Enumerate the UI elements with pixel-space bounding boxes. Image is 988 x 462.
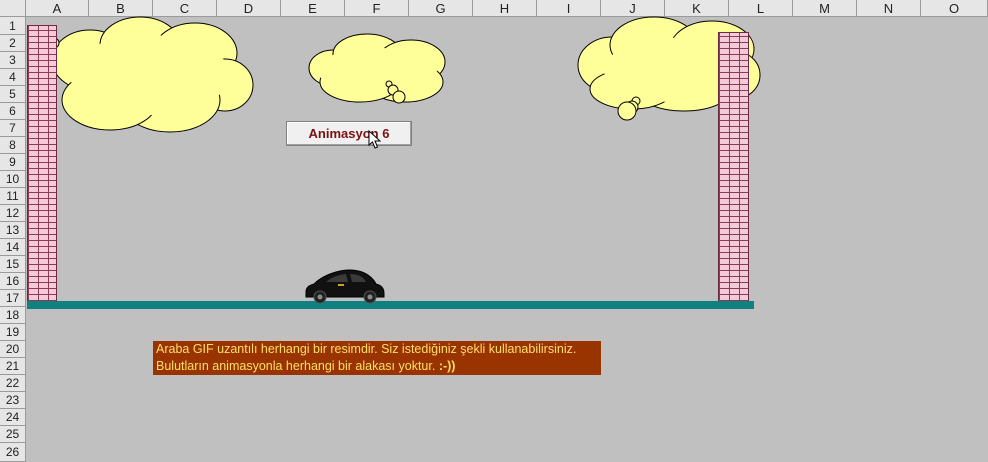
row-header-6[interactable]: 6: [0, 103, 26, 120]
mouse-cursor-icon: [368, 130, 382, 149]
row-header-3[interactable]: 3: [0, 52, 26, 69]
info-note[interactable]: Araba GIF uzantılı herhangi bir resimdir…: [153, 341, 601, 375]
col-header-f[interactable]: F: [345, 0, 409, 17]
info-note-line-1: Araba GIF uzantılı herhangi bir resimdir…: [156, 342, 577, 356]
brick-wall-right[interactable]: [718, 32, 749, 302]
animasyon-button[interactable]: Animasyon 6: [286, 121, 412, 146]
ground-line[interactable]: [27, 301, 754, 309]
row-header-12[interactable]: 12: [0, 205, 26, 222]
col-header-h[interactable]: H: [473, 0, 537, 17]
col-header-m[interactable]: M: [793, 0, 857, 17]
row-header-26[interactable]: 26: [0, 443, 26, 462]
row-header-17[interactable]: 17: [0, 290, 26, 307]
cloud-left-icon[interactable]: [40, 15, 260, 137]
row-header-9[interactable]: 9: [0, 154, 26, 171]
col-header-g[interactable]: G: [409, 0, 473, 17]
row-header-23[interactable]: 23: [0, 392, 26, 409]
row-header-16[interactable]: 16: [0, 273, 26, 290]
col-header-o[interactable]: O: [921, 0, 988, 17]
row-header-11[interactable]: 11: [0, 188, 26, 205]
row-header-5[interactable]: 5: [0, 86, 26, 103]
row-header-20[interactable]: 20: [0, 341, 26, 358]
row-header-19[interactable]: 19: [0, 324, 26, 341]
row-header-1[interactable]: 1: [0, 17, 26, 35]
row-header-10[interactable]: 10: [0, 171, 26, 188]
brick-wall-left[interactable]: [27, 25, 57, 302]
info-note-line-2: Bulutların animasyonla herhangi bir alak…: [156, 358, 598, 375]
row-header-14[interactable]: 14: [0, 239, 26, 256]
info-note-line-2-text: Bulutların animasyonla herhangi bir alak…: [156, 359, 436, 373]
car-icon[interactable]: [302, 266, 386, 304]
cloud-middle-icon[interactable]: [305, 30, 450, 110]
row-header-18[interactable]: 18: [0, 307, 26, 324]
row-header-2[interactable]: 2: [0, 35, 26, 52]
row-header-7[interactable]: 7: [0, 120, 26, 137]
col-header-n[interactable]: N: [857, 0, 921, 17]
info-note-smiley: :-)): [438, 359, 456, 373]
row-header-8[interactable]: 8: [0, 137, 26, 154]
row-header-4[interactable]: 4: [0, 69, 26, 86]
row-header-22[interactable]: 22: [0, 375, 26, 392]
spreadsheet: A B C D E F G H I J K L M N O 1 2 3 4 5 …: [0, 0, 988, 462]
row-header-21[interactable]: 21: [0, 358, 26, 375]
select-all-corner[interactable]: [0, 0, 26, 17]
row-header-25[interactable]: 25: [0, 426, 26, 443]
row-header-13[interactable]: 13: [0, 222, 26, 239]
row-header-15[interactable]: 15: [0, 256, 26, 273]
row-header-24[interactable]: 24: [0, 409, 26, 426]
col-header-e[interactable]: E: [281, 0, 345, 17]
